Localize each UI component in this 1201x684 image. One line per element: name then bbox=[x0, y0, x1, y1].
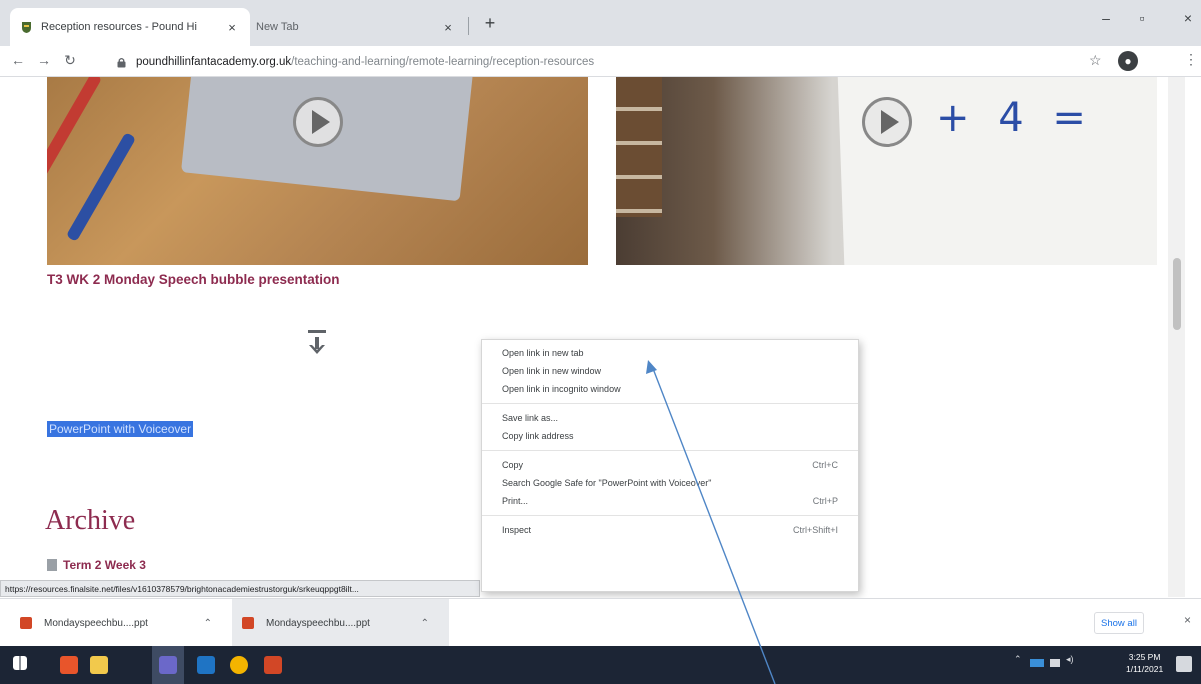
menu-item-shortcut: Ctrl+Shift+I bbox=[792, 525, 838, 535]
archive-item-label: Term 2 Week 3 bbox=[63, 558, 146, 572]
outlook-icon[interactable] bbox=[197, 656, 215, 674]
tab-strip: Reception resources - Pound Hi × New Tab… bbox=[0, 0, 1201, 46]
tab-close-icon[interactable]: × bbox=[224, 20, 240, 35]
menu-item-label: Copy link address bbox=[502, 431, 574, 441]
menu-item-search-google[interactable]: Search Google Safe for "PowerPoint with … bbox=[482, 474, 858, 492]
download-item[interactable]: Mondayspeechbu....ppt ⌃ bbox=[10, 599, 232, 647]
menu-item-print[interactable]: Print... Ctrl+P bbox=[482, 492, 858, 510]
powerpoint-file-icon bbox=[20, 617, 32, 629]
menu-item-label: Print... bbox=[502, 496, 529, 506]
menu-kebab-icon[interactable]: ⋮ bbox=[1184, 51, 1198, 68]
taskbar-clock[interactable]: 3:25 PM 1/11/2021 bbox=[1126, 651, 1163, 675]
profile-avatar-icon[interactable]: ● bbox=[1118, 51, 1138, 71]
notification-center-icon[interactable] bbox=[1176, 656, 1192, 672]
tab-title: New Tab bbox=[256, 21, 299, 33]
windows-start-icon[interactable] bbox=[13, 656, 27, 670]
archive-item-link[interactable]: Term 2 Week 3 bbox=[47, 558, 146, 572]
whiteboard-text: + 4 = bbox=[936, 95, 1094, 141]
powerpoint-voiceover-link[interactable]: PowerPoint with Voiceover bbox=[47, 421, 194, 437]
tab-separator bbox=[468, 17, 469, 35]
battery-icon[interactable] bbox=[1050, 659, 1060, 667]
chevron-up-icon[interactable]: ⌃ bbox=[204, 618, 212, 629]
url-domain: poundhillinfantacademy.org.uk bbox=[136, 56, 292, 68]
download-icon[interactable] bbox=[304, 328, 330, 358]
link-status-bubble: https://resources.finalsite.net/files/v1… bbox=[0, 580, 480, 597]
menu-item-shortcut: Ctrl+C bbox=[812, 460, 838, 470]
maximize-button[interactable]: ▫ bbox=[1130, 10, 1154, 26]
menu-item-save-link[interactable]: Save link as... bbox=[482, 409, 858, 427]
download-item[interactable]: Mondayspeechbu....ppt ⌃ bbox=[232, 599, 449, 647]
download-filename: Mondayspeechbu....ppt bbox=[266, 617, 370, 629]
menu-separator bbox=[482, 450, 858, 451]
menu-item-label: Open link in new window bbox=[502, 366, 602, 376]
minimize-button[interactable]: – bbox=[1094, 10, 1118, 26]
powerpoint-file-icon bbox=[242, 617, 254, 629]
close-download-shelf-icon[interactable]: × bbox=[1184, 613, 1191, 627]
menu-item-open-new-tab[interactable]: Open link in new tab bbox=[482, 344, 858, 362]
menu-item-inspect[interactable]: Inspect Ctrl+Shift+I bbox=[482, 521, 858, 539]
tab-reception-resources[interactable]: Reception resources - Pound Hi × bbox=[10, 8, 250, 46]
play-icon[interactable] bbox=[293, 97, 343, 147]
lock-icon bbox=[114, 57, 128, 68]
video-thumbnail-left[interactable] bbox=[47, 77, 588, 265]
download-filename: Mondayspeechbu....ppt bbox=[44, 617, 148, 629]
document-icon bbox=[47, 559, 57, 571]
menu-item-copy[interactable]: Copy Ctrl+C bbox=[482, 456, 858, 474]
teams-icon[interactable] bbox=[159, 656, 177, 674]
file-explorer-icon[interactable] bbox=[90, 656, 108, 674]
menu-item-label: Inspect bbox=[502, 525, 532, 535]
page-scrollbar[interactable] bbox=[1168, 77, 1185, 597]
tab-new-tab[interactable]: New Tab × bbox=[246, 8, 466, 46]
clock-time: 3:25 PM bbox=[1128, 652, 1161, 662]
menu-item-label: Open link in incognito window bbox=[502, 384, 621, 394]
volume-icon[interactable]: ◂) bbox=[1066, 654, 1074, 665]
clock-date: 1/11/2021 bbox=[1126, 664, 1164, 674]
menu-item-copy-link[interactable]: Copy link address bbox=[482, 427, 858, 445]
menu-separator bbox=[482, 403, 858, 404]
tab-close-icon[interactable]: × bbox=[440, 20, 456, 35]
bookmark-star-icon[interactable]: ☆ bbox=[1089, 52, 1102, 69]
powerpoint-icon[interactable] bbox=[264, 656, 282, 674]
close-window-button[interactable]: × bbox=[1176, 10, 1200, 26]
onedrive-icon[interactable] bbox=[1030, 659, 1044, 667]
office-app-icon[interactable] bbox=[60, 656, 78, 674]
video-scene bbox=[47, 77, 103, 182]
section-title: T3 WK 2 Monday Speech bubble presentatio… bbox=[47, 272, 340, 287]
video-scene bbox=[65, 132, 137, 242]
menu-item-label: Open link in new tab bbox=[502, 348, 584, 358]
school-crest-icon bbox=[20, 21, 33, 34]
new-tab-button[interactable]: + bbox=[478, 13, 502, 34]
show-all-downloads-button[interactable]: Show all bbox=[1094, 612, 1144, 634]
video-thumbnail-right[interactable]: + 4 = bbox=[616, 77, 1157, 265]
chrome-icon[interactable] bbox=[230, 656, 248, 674]
back-icon[interactable]: ← bbox=[8, 52, 28, 68]
video-scene bbox=[616, 77, 662, 217]
menu-item-label: Search Google Safe for "PowerPoint with … bbox=[502, 478, 712, 488]
url-path: /teaching-and-learning/remote-learning/r… bbox=[291, 56, 595, 68]
menu-separator bbox=[482, 515, 858, 516]
scrollbar-thumb[interactable] bbox=[1173, 258, 1181, 330]
reload-icon[interactable]: ↻ bbox=[60, 52, 80, 69]
menu-item-label: Copy bbox=[502, 460, 524, 470]
address-bar[interactable]: poundhillinfantacademy.org.uk/teaching-a… bbox=[114, 50, 1074, 74]
play-icon[interactable] bbox=[862, 97, 912, 147]
chevron-up-icon[interactable]: ⌃ bbox=[421, 618, 429, 629]
tray-chevron-icon[interactable]: ⌃ bbox=[1014, 654, 1022, 665]
archive-heading: Archive bbox=[45, 505, 136, 536]
menu-item-open-incognito[interactable]: Open link in incognito window bbox=[482, 380, 858, 398]
menu-item-label: Save link as... bbox=[502, 413, 559, 423]
download-shelf: Mondayspeechbu....ppt ⌃ Mondayspeechbu..… bbox=[0, 598, 1201, 647]
context-menu: Open link in new tab Open link in new wi… bbox=[481, 339, 859, 592]
browser-toolbar: ← → ↻ poundhillinfantacademy.org.uk/teac… bbox=[0, 46, 1201, 77]
menu-item-open-new-window[interactable]: Open link in new window bbox=[482, 362, 858, 380]
forward-icon[interactable]: → bbox=[34, 52, 54, 68]
tab-title: Reception resources - Pound Hi bbox=[41, 21, 197, 33]
menu-item-shortcut: Ctrl+P bbox=[812, 496, 838, 506]
